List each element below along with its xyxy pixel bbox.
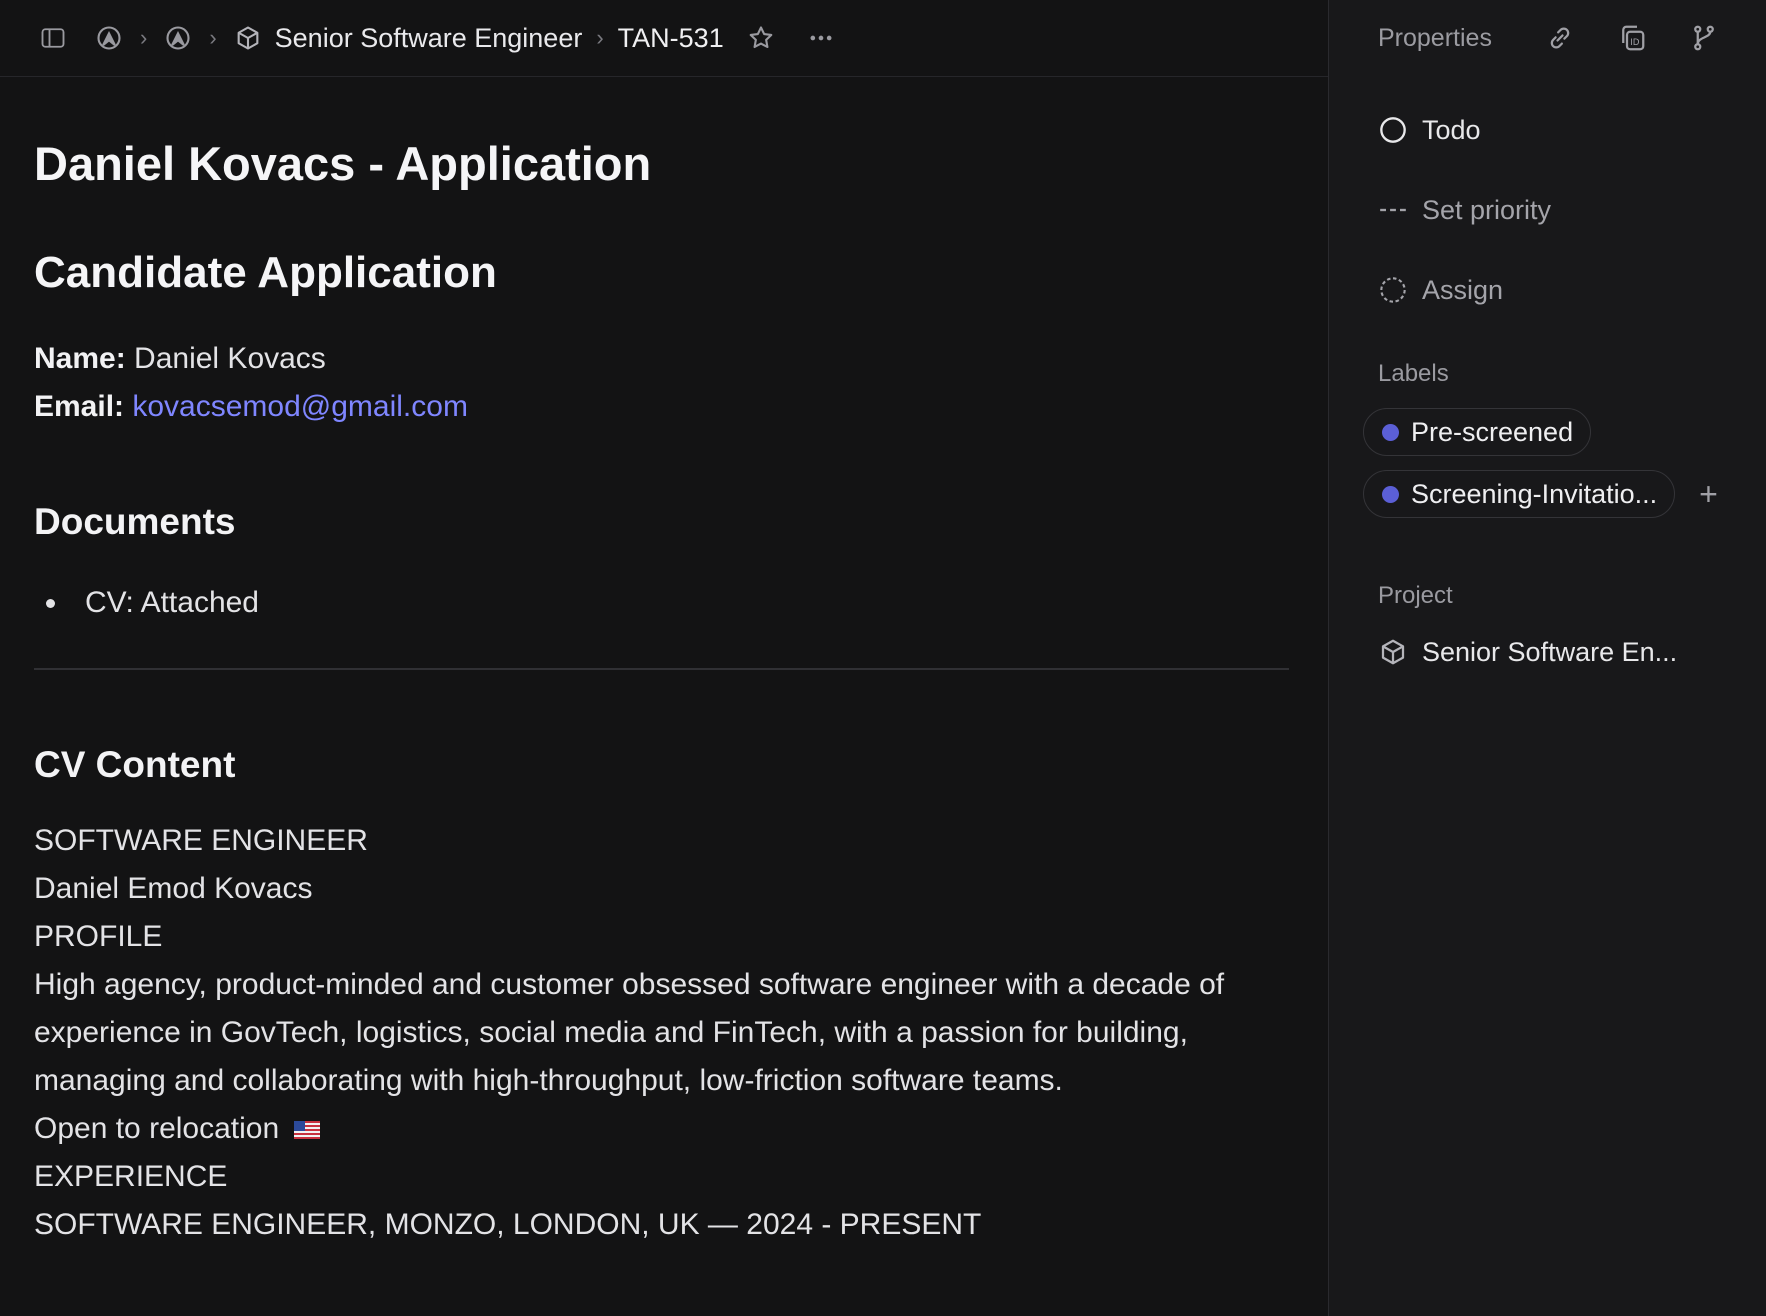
label-row: Pre-screened <box>1329 408 1766 456</box>
breadcrumb-separator: › <box>209 25 217 50</box>
status-property[interactable]: Todo <box>1329 90 1766 170</box>
label-chip[interactable]: Pre-screened <box>1363 408 1592 456</box>
issue-title[interactable]: Daniel Kovacs - Application <box>34 140 1294 187</box>
cv-job-line: SOFTWARE ENGINEER, MONZO, LONDON, UK — 2… <box>34 1208 982 1241</box>
label-text: Pre-screened <box>1411 416 1574 447</box>
section-heading: Candidate Application <box>34 248 497 297</box>
breadcrumb-project[interactable]: Senior Software Engineer <box>275 23 583 54</box>
label-text: Screening-Invitatio... <box>1411 478 1658 509</box>
cv-heading: CV Content <box>34 744 236 785</box>
sidebar-header: Properties ID <box>1329 0 1766 76</box>
cv-fullname: Daniel Emod Kovacs <box>34 872 313 905</box>
assign-user-icon <box>1378 275 1408 305</box>
top-bar: › › Senior Software Engineer › TAN-531 <box>0 0 1328 77</box>
document-content: Daniel Kovacs - Application Candidate Ap… <box>0 76 1328 1249</box>
breadcrumb-separator: › <box>140 25 148 50</box>
bullet-dot <box>46 598 55 608</box>
document-item: CV: Attached <box>85 586 259 619</box>
cv-experience-heading: EXPERIENCE <box>34 1160 228 1193</box>
label-row: Screening-Invitatio... + <box>1329 470 1766 518</box>
link-icon[interactable] <box>1544 22 1576 54</box>
cv-profile-text: High agency, product-minded and customer… <box>34 968 1225 1097</box>
name-field: Name: Daniel Kovacs <box>34 335 1294 383</box>
email-field: Email: kovacsemod@gmail.com <box>34 383 1294 431</box>
status-value: Todo <box>1422 114 1481 145</box>
todo-status-icon <box>1378 115 1408 145</box>
star-icon[interactable] <box>744 21 778 55</box>
add-label-icon[interactable]: + <box>1699 476 1718 513</box>
project-cube-icon <box>231 21 265 55</box>
cv-body: SOFTWARE ENGINEER Daniel Emod Kovacs PRO… <box>34 817 1294 1249</box>
breadcrumb-issue-id[interactable]: TAN-531 <box>618 23 724 54</box>
us-flag-icon <box>293 1121 320 1140</box>
label-color-dot <box>1382 423 1399 441</box>
project-value: Senior Software En... <box>1422 636 1678 667</box>
assignee-value: Assign <box>1422 274 1504 305</box>
team-icon[interactable] <box>161 21 195 55</box>
name-value: Daniel Kovacs <box>134 342 326 375</box>
email-link[interactable]: kovacsemod@gmail.com <box>132 390 468 423</box>
assignee-property[interactable]: Assign <box>1329 250 1766 330</box>
list-item: CV: Attached <box>34 586 1294 620</box>
sidebar-toggle-icon[interactable] <box>36 21 70 55</box>
email-label: Email: <box>34 390 125 423</box>
name-label: Name: <box>34 342 126 375</box>
label-chip[interactable]: Screening-Invitatio... <box>1363 470 1676 518</box>
candidate-fields: Name: Daniel Kovacs Email: kovacsemod@gm… <box>34 335 1294 431</box>
copy-id-icon[interactable]: ID <box>1616 22 1648 54</box>
breadcrumb-separator: › <box>596 25 604 50</box>
priority-property[interactable]: Set priority <box>1329 170 1766 250</box>
git-branch-icon[interactable] <box>1688 22 1720 54</box>
project-heading: Project <box>1378 582 1453 609</box>
relocation-text: Open to relocation <box>34 1112 280 1145</box>
no-priority-icon <box>1378 195 1408 225</box>
labels-heading: Labels <box>1378 360 1449 387</box>
cv-role: SOFTWARE ENGINEER <box>34 824 368 857</box>
cv-profile-heading: PROFILE <box>34 920 163 953</box>
divider <box>34 668 1289 670</box>
more-options-icon[interactable] <box>804 21 838 55</box>
properties-title: Properties <box>1378 23 1492 52</box>
project-cube-icon <box>1378 637 1408 667</box>
label-color-dot <box>1382 485 1399 503</box>
documents-heading: Documents <box>34 501 236 542</box>
properties-sidebar: Properties ID Todo Set priority Assign L… <box>1328 0 1766 1316</box>
main-panel: › › Senior Software Engineer › TAN-531 D… <box>0 0 1328 1316</box>
svg-text:ID: ID <box>1630 38 1640 48</box>
priority-value: Set priority <box>1422 194 1552 225</box>
project-property[interactable]: Senior Software En... <box>1329 612 1766 692</box>
cv-relocation: Open to relocation <box>34 1105 1294 1153</box>
team-icon[interactable] <box>92 21 126 55</box>
